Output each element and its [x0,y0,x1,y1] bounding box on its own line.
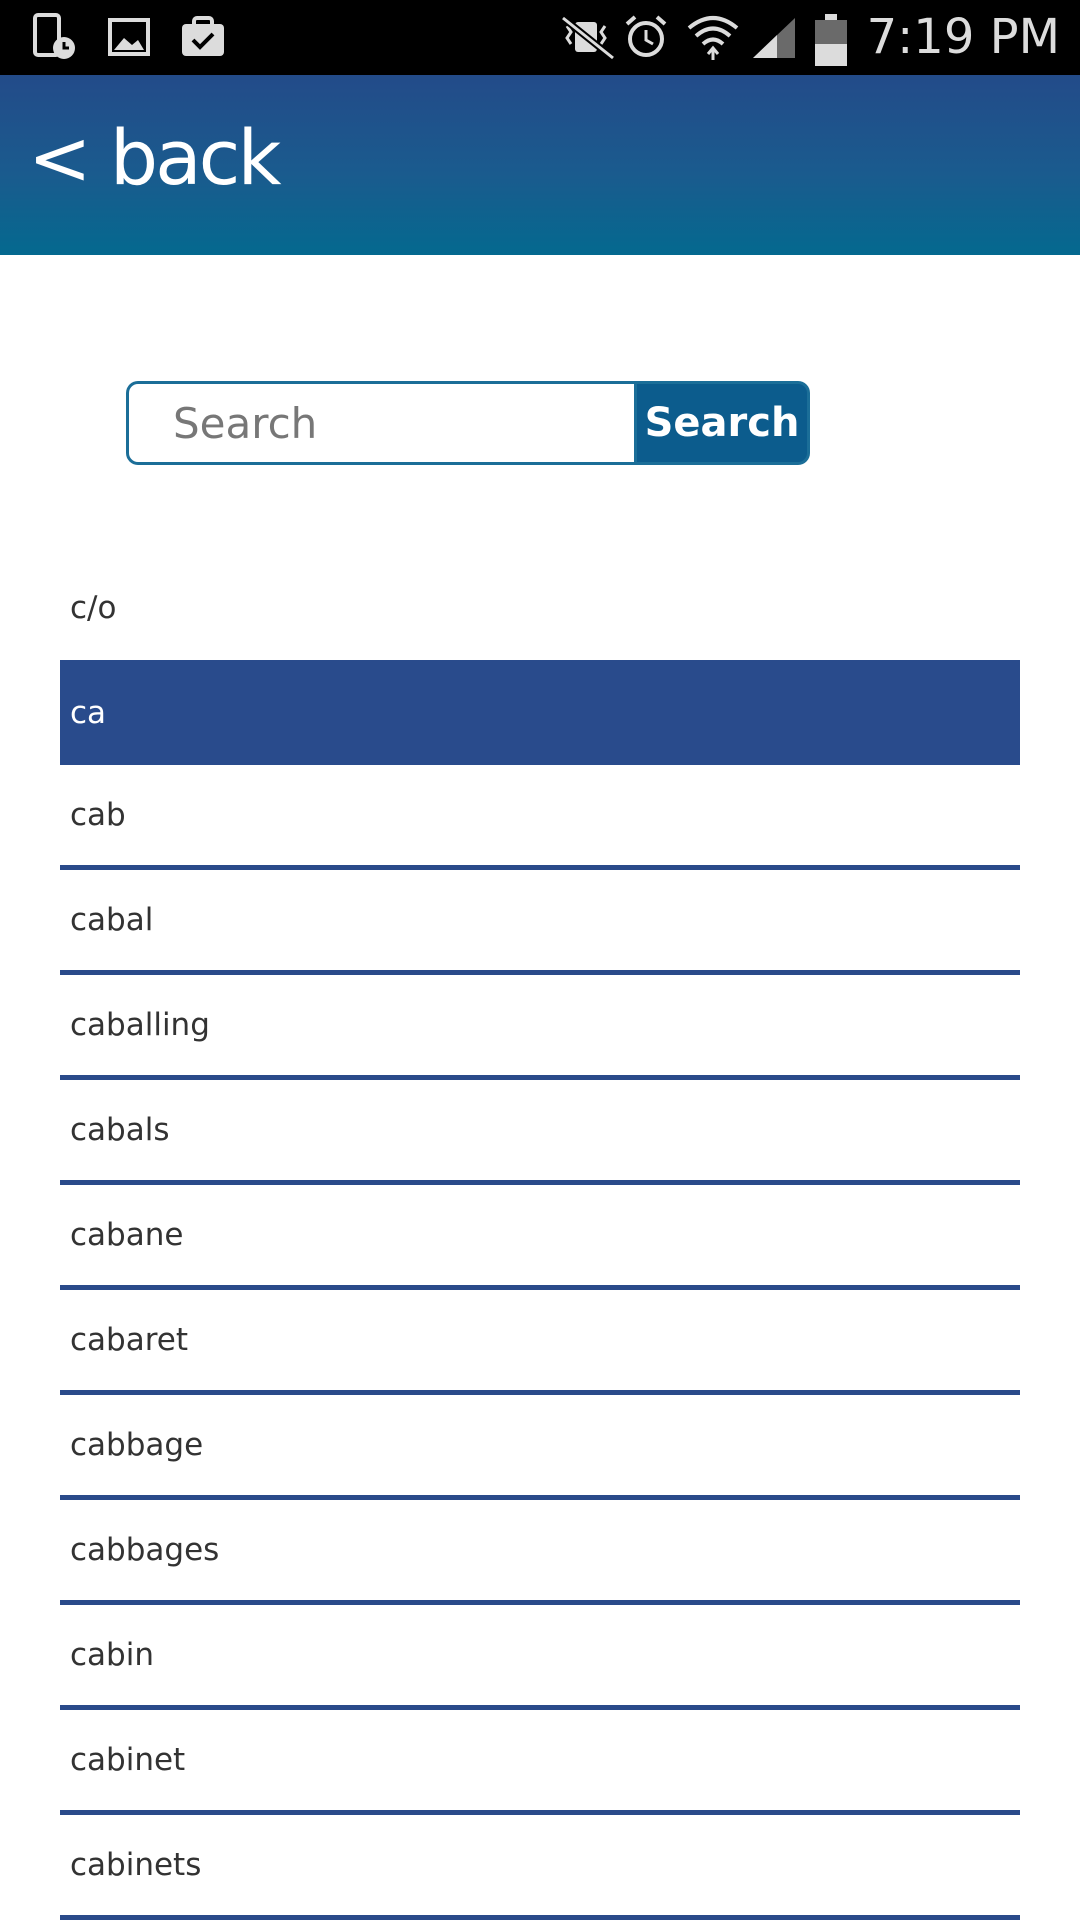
wifi-icon [685,12,738,62]
status-bar-left [30,12,228,62]
gallery-icon [104,12,154,62]
signal-icon [749,12,799,62]
search-input[interactable] [126,381,634,465]
list-item[interactable]: cabbages [60,1500,1020,1605]
mute-vibrate-icon [557,12,615,62]
list-item[interactable]: caballing [60,975,1020,1080]
list-item[interactable]: cabaret [60,1290,1020,1395]
list-item[interactable]: cabinets [60,1815,1020,1920]
list-item[interactable]: cabin [60,1605,1020,1710]
status-bar: 7:19 PM [0,0,1080,75]
clipboard-check-icon [178,12,228,62]
list-item[interactable]: cab [60,765,1020,870]
list-item[interactable]: cabals [60,1080,1020,1185]
list-item[interactable]: cabbage [60,1395,1020,1500]
search-button[interactable]: Search [634,381,810,465]
back-button[interactable]: < back [28,113,281,203]
alarm-icon [621,12,671,62]
list-item-selected[interactable]: ca [60,660,1020,765]
search-bar: Search [126,381,810,465]
battery-icon [813,12,849,66]
screen: 7:19 PM < back Search c/ocacabcabalcabal… [0,0,1080,1920]
list-item[interactable]: cabinet [60,1710,1020,1815]
list-item[interactable]: cabane [60,1185,1020,1290]
list-item[interactable]: cabal [60,870,1020,975]
list-item[interactable]: c/o [60,555,1020,660]
phone-clock-icon [30,12,80,62]
status-bar-right: 7:19 PM [557,6,1060,68]
app-header: < back [0,75,1080,255]
word-list: c/o ca cab cabal caballing cabals cabane cabare… [60,555,1020,1920]
status-time: 7:19 PM [866,9,1060,65]
